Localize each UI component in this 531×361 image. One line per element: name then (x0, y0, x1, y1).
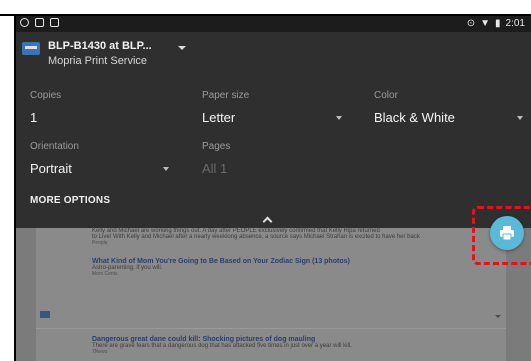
print-icon (500, 226, 514, 241)
device-screen: ⊙ ▼ ▮ 2:01 BLP-B1430 at BLP... Mopria Pr… (16, 16, 531, 361)
article-source: Mom Cents (92, 271, 118, 277)
battery-icon: ▮ (495, 18, 501, 29)
article-title: Dangerous great dane could kill: Shockin… (92, 336, 316, 343)
print-button[interactable] (490, 216, 524, 250)
printer-service: Mopria Print Service (48, 55, 148, 67)
article-source: People (92, 240, 108, 246)
chevron-down-icon (178, 46, 186, 50)
printer-icon (22, 42, 40, 55)
color-label: Color (374, 90, 398, 101)
orientation-select[interactable]: Portrait (30, 161, 72, 176)
status-bar: ⊙ ▼ ▮ 2:01 (16, 16, 531, 32)
notification-icon (35, 18, 44, 27)
article-source: 7News (92, 349, 108, 355)
status-time: 2:01 (505, 18, 525, 29)
copies-label: Copies (30, 90, 62, 101)
article-thumbnail (40, 311, 50, 318)
more-options-button[interactable]: MORE OPTIONS (30, 195, 110, 206)
paper-size-select[interactable]: Letter (202, 110, 235, 125)
divider (36, 328, 506, 329)
print-options-panel: BLP-B1430 at BLP... Mopria Print Service… (16, 32, 531, 228)
color-dropdown-icon[interactable] (517, 116, 523, 120)
location-icon: ⊙ (466, 18, 476, 29)
pages-label: Pages (202, 141, 231, 152)
list-item: Kelly and Michael are working things out… (92, 228, 492, 246)
background-page: Kelly and Michael are working things out… (16, 228, 531, 361)
orientation-dropdown-icon[interactable] (163, 167, 169, 171)
printer-name: BLP-B1430 at BLP... (48, 40, 152, 52)
camera-icon (20, 18, 29, 27)
copies-field[interactable]: 1 (30, 110, 37, 125)
color-select[interactable]: Black & White (374, 110, 455, 125)
paper-size-dropdown-icon[interactable] (336, 116, 342, 120)
phone-icon (50, 18, 59, 27)
printer-selector[interactable]: BLP-B1430 at BLP... Mopria Print Service (22, 38, 242, 72)
status-left-icons (20, 18, 59, 27)
chevron-up-icon[interactable] (262, 216, 273, 227)
status-right-icons: ⊙ ▼ ▮ 2:01 (467, 18, 525, 29)
list-item: Dangerous great dane could kill: Shockin… (92, 336, 492, 355)
orientation-label: Orientation (30, 141, 79, 152)
list-item: What Kind of Mom You're Going to Be Base… (92, 258, 492, 277)
paper-size-label: Paper size (202, 90, 250, 101)
chevron-down-icon (495, 315, 501, 318)
article-title: What Kind of Mom You're Going to Be Base… (92, 258, 350, 265)
pages-select[interactable]: All 1 (202, 161, 227, 176)
wifi-icon: ▼ (480, 18, 491, 29)
